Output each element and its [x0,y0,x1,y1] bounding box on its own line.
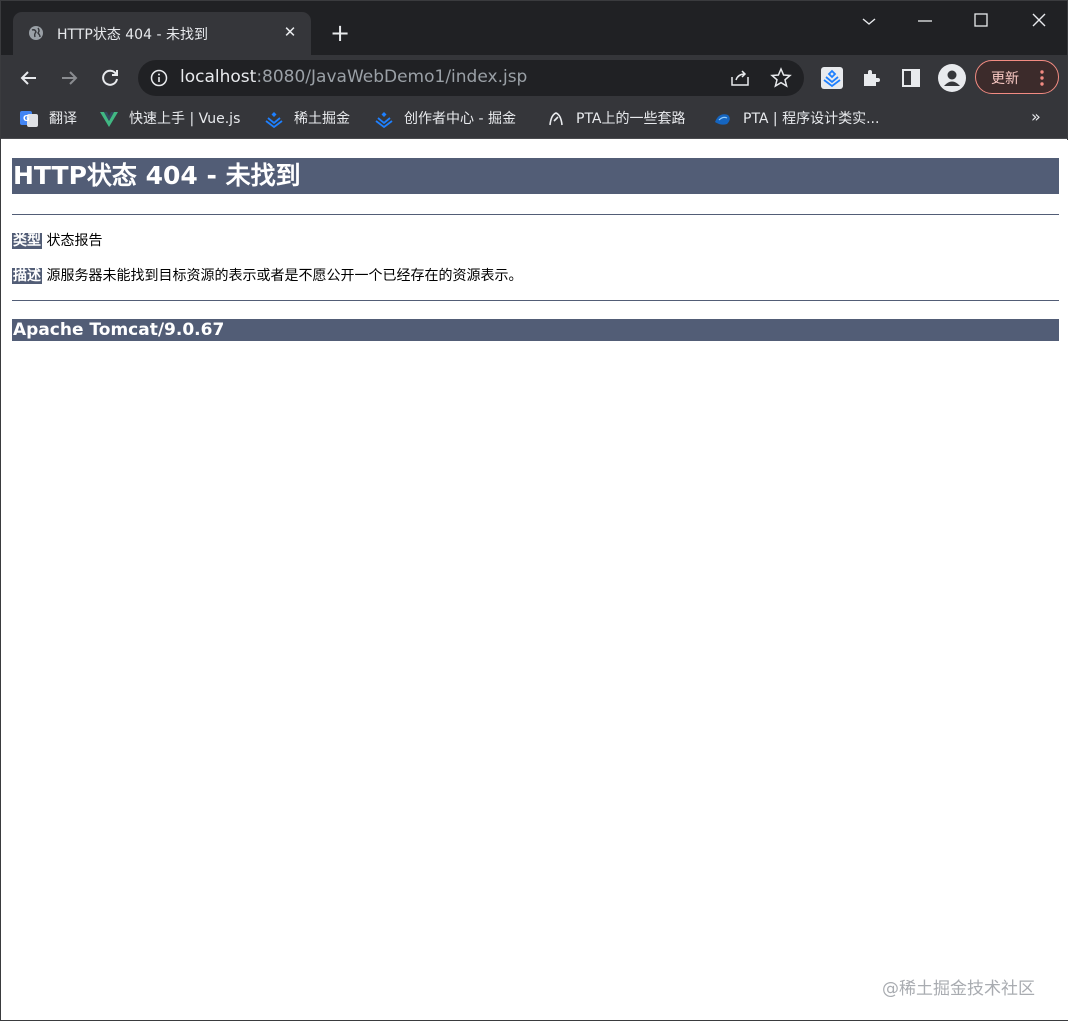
globe-icon [29,26,43,40]
minimize-icon[interactable] [905,7,945,35]
type-value: 状态报告 [46,233,103,249]
share-icon[interactable] [729,68,751,88]
window-close-icon[interactable] [1019,7,1059,35]
bookmarks-bar: G 翻译 快速上手 | Vue.js 稀土掘金 创作者中心 - 掘金 PTA上的… [1,101,1067,139]
description-label: 描述 [12,268,42,284]
juejin-icon [375,112,393,128]
type-row: 类型 状态报告 [12,232,102,250]
tab-strip: HTTP状态 404 - 未找到 ✕ + [1,1,1067,55]
vue-icon [100,112,118,127]
pta-icon [549,112,563,126]
page-content: HTTP状态 404 - 未找到 类型 状态报告 描述 源服务器未能找到目标资源… [2,140,1068,1020]
url-text[interactable]: localhost:8080/JavaWebDemo1/index.jsp [180,67,527,87]
tab-close-icon[interactable]: ✕ [281,23,299,41]
forward-arrow-icon[interactable] [54,63,84,93]
menu-dots-icon[interactable] [1039,69,1045,87]
tab-title: HTTP状态 404 - 未找到 [57,27,208,43]
maximize-icon[interactable] [961,7,1001,35]
url-host: localhost [180,67,257,87]
type-label: 类型 [12,233,42,249]
bookmark-label: PTA | 程序设计类实... [743,111,880,127]
description-value: 源服务器未能找到目标资源的表示或者是不愿公开一个已经存在的资源表示。 [46,268,523,284]
reload-icon[interactable] [95,63,125,93]
extension-juejin-icon[interactable] [820,66,844,90]
bookmarks-overflow-icon[interactable]: » [1031,107,1041,126]
info-icon[interactable] [150,69,168,87]
bookmark-label: 稀土掘金 [294,111,350,127]
bookmark-label: 创作者中心 - 掘金 [404,111,516,127]
bookmark-label: PTA上的一些套路 [576,111,686,127]
pta-blue-icon [715,114,730,125]
bookmark-label: 快速上手 | Vue.js [129,111,241,127]
new-tab-icon[interactable]: + [327,20,353,46]
toolbar: localhost:8080/JavaWebDemo1/index.jsp 更新 [1,55,1067,101]
profile-avatar-icon[interactable] [938,64,966,92]
browser-window: HTTP状态 404 - 未找到 ✕ + localhost:8080/Java… [0,0,1068,1021]
bookmark-label: 翻译 [49,111,77,127]
page-title: HTTP状态 404 - 未找到 [12,158,1059,194]
description-row: 描述 源服务器未能找到目标资源的表示或者是不愿公开一个已经存在的资源表示。 [12,267,522,285]
address-bar[interactable]: localhost:8080/JavaWebDemo1/index.jsp [138,60,804,96]
juejin-icon [265,112,283,128]
watermark: @稀土掘金技术社区 [882,979,1035,999]
side-panel-icon[interactable] [899,66,923,90]
update-button[interactable]: 更新 [975,60,1059,94]
back-arrow-icon[interactable] [14,63,44,93]
divider [12,214,1059,215]
divider [12,300,1059,301]
url-path: :8080/JavaWebDemo1/index.jsp [256,67,528,87]
svg-text:G: G [23,114,30,123]
extensions-puzzle-icon[interactable] [860,66,884,90]
tab-search-icon[interactable] [849,7,889,35]
google-translate-icon: G [20,111,38,127]
update-label: 更新 [991,71,1019,87]
active-tab[interactable]: HTTP状态 404 - 未找到 ✕ [13,12,311,55]
bookmark-star-icon[interactable] [770,67,792,89]
server-info: Apache Tomcat/9.0.67 [12,319,1059,341]
